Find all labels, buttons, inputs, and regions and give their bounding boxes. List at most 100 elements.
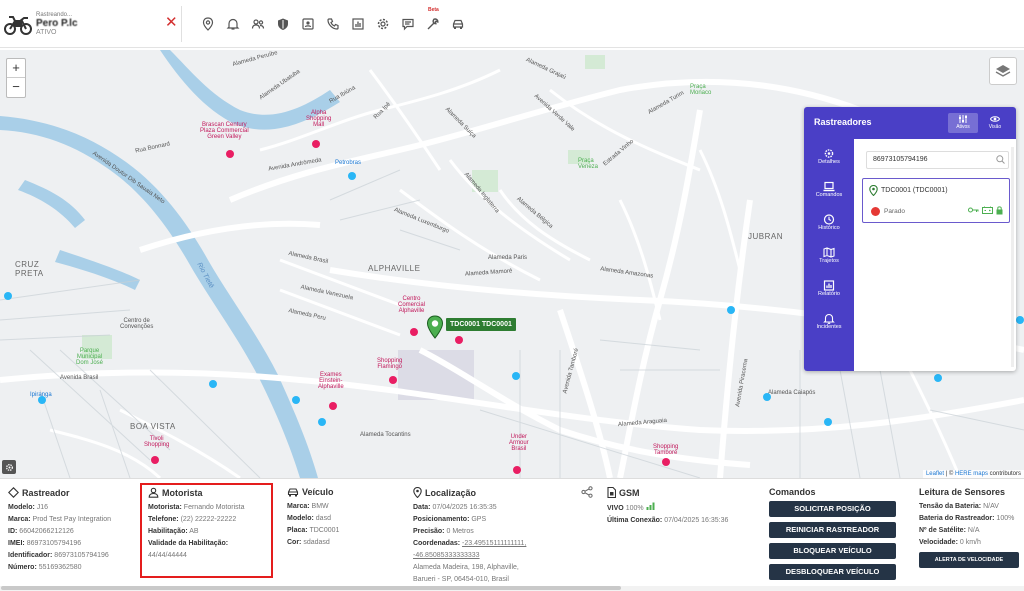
here-link[interactable]: HERE maps	[955, 471, 988, 477]
bell-icon[interactable]	[220, 14, 245, 34]
sidebar-item-detalhes[interactable]: Detalhes	[804, 139, 854, 172]
coordinates-link[interactable]: -46.85085333333333	[413, 552, 480, 559]
tab-visao[interactable]: Visão	[980, 113, 1010, 133]
shield-icon[interactable]	[270, 14, 295, 34]
info-value: BMW	[311, 503, 329, 510]
tracker-card-title: TDC0001 (TDC0001)	[881, 187, 948, 194]
map-settings-button[interactable]	[2, 460, 16, 474]
info-row: ID: 66042066212126	[8, 526, 111, 538]
bell-icon	[823, 313, 835, 324]
info-row: 44/44/44444	[148, 550, 245, 562]
fuel-pin	[512, 372, 520, 380]
panel-scrollbar[interactable]	[1011, 147, 1014, 367]
users-icon[interactable]	[245, 14, 270, 34]
block-vehicle-button[interactable]: BLOQUEAR VEÍCULO	[769, 543, 896, 559]
section-title-text: GSM	[619, 487, 640, 498]
fuel-pin	[763, 393, 771, 401]
poi-pin	[513, 466, 521, 474]
horizontal-scrollbar[interactable]	[0, 586, 1024, 591]
poi-pin	[312, 140, 320, 148]
sidebar-item-comandos[interactable]: Comandos	[804, 172, 854, 205]
tab-visao-label: Visão	[988, 124, 1002, 130]
address-value: Alameda Madeira, 198, Alphaville,	[413, 564, 519, 571]
sidebar-item-incidentes[interactable]: Incidentes	[804, 304, 854, 337]
fuel-pin	[727, 306, 735, 314]
info-value: 86973105794196	[54, 552, 109, 559]
restart-tracker-button[interactable]: REINICIAR RASTREADOR	[769, 522, 896, 538]
car-icon[interactable]	[445, 14, 470, 34]
info-value: Prod Test Pay Integration	[32, 516, 112, 523]
phone-icon[interactable]	[320, 14, 345, 34]
info-key: Data:	[413, 504, 431, 511]
close-icon[interactable]: ✕	[165, 15, 178, 30]
sidebar-label: Histórico	[818, 225, 840, 231]
address-line: Alameda Madeira, 198, Alphaville,	[413, 562, 526, 574]
map-pin-icon	[869, 185, 878, 196]
attribution-rest: contributors	[987, 471, 1021, 477]
sidebar-item-trajetos[interactable]: Trajetos	[804, 238, 854, 271]
request-position-button[interactable]: SOLICITAR POSIÇÃO	[769, 501, 896, 517]
tracker-selector[interactable]: Rastreando... Pero P.lc ATIVO	[4, 4, 180, 44]
wrench-icon[interactable]: Beta	[420, 7, 445, 34]
sidebar-label: Trajetos	[819, 258, 839, 264]
info-row: Modelo: dasd	[287, 513, 339, 525]
unblock-vehicle-button[interactable]: DESBLOQUEAR VEÍCULO	[769, 564, 896, 580]
id-card-icon[interactable]	[295, 14, 320, 34]
zoom-control: + −	[6, 58, 26, 98]
sidebar-item-relatorio[interactable]: Relatório	[804, 271, 854, 304]
chart-icon	[823, 280, 835, 291]
coordinates-link[interactable]: -23.49515111111111,	[462, 540, 526, 547]
chart-icon[interactable]	[345, 14, 370, 34]
tracker-card-status: Parado	[871, 207, 905, 216]
lock-icon	[996, 206, 1003, 215]
tab-ativos-label: Ativos	[956, 124, 970, 130]
info-row: Velocidade: 0 km/h	[919, 537, 1019, 549]
section-sensores: Leitura de Sensores Tensão da Bateria: N…	[919, 487, 1019, 568]
info-value: 0 km/h	[959, 539, 981, 546]
message-icon[interactable]	[395, 14, 420, 34]
info-row: Data: 07/04/2025 16:35:35	[413, 502, 526, 514]
poi-pin	[226, 150, 234, 158]
layers-icon	[995, 65, 1011, 77]
sliders-icon	[959, 115, 967, 123]
tracker-search-input[interactable]: 86973105794196	[866, 151, 1009, 169]
sim-card-icon	[607, 487, 616, 498]
poi-pin	[389, 376, 397, 384]
info-row: Placa: TDC0001	[287, 525, 339, 537]
vehicle-label[interactable]: TDC0001 TDC0001	[446, 318, 516, 331]
info-key: Precisão:	[413, 528, 445, 535]
section-gsm: GSM VIVO 100% Última Conexão: 07/04/2025…	[607, 487, 728, 527]
top-bar: Rastreando... Pero P.lc ATIVO ✕ Beta	[0, 0, 1024, 48]
info-value: (22) 22222-22222	[180, 516, 237, 523]
fuel-pin	[824, 418, 832, 426]
key-icon	[968, 207, 979, 213]
attribution-separator: | ©	[943, 471, 955, 477]
info-row: Modelo: J16	[8, 502, 111, 514]
sidebar-item-historico[interactable]: Histórico	[804, 205, 854, 238]
gear-icon[interactable]	[370, 14, 395, 34]
share-icon[interactable]	[581, 486, 593, 498]
vehicle-marker-icon[interactable]	[426, 315, 444, 339]
search-icon[interactable]	[996, 155, 1005, 164]
layers-button[interactable]	[989, 57, 1017, 85]
address-value: Barueri - SP, 06454-010, Brasil	[413, 576, 509, 583]
map-pin-icon[interactable]	[195, 14, 220, 34]
info-row: Tensão da Bateria: N/AV	[919, 501, 1019, 513]
info-row: Identificador: 86973105794196	[8, 550, 111, 562]
info-key: Marca:	[287, 503, 310, 510]
map-view[interactable]: ALPHAVILLE JUBRAN CRUZ PRETA BOA VISTA R…	[0, 50, 1024, 478]
poi-pin	[329, 402, 337, 410]
section-title: Motorista	[148, 487, 245, 498]
scrollbar-thumb[interactable]	[1, 586, 621, 590]
zoom-in-button[interactable]: +	[7, 59, 25, 78]
tracker-card[interactable]: TDC0001 (TDC0001) Parado	[862, 178, 1010, 223]
tab-ativos[interactable]: Ativos	[948, 113, 978, 133]
section-rastreador: Rastreador Modelo: J16 Marca: Prod Test …	[8, 487, 111, 574]
speed-alert-button[interactable]: ALERTA DE VELOCIDADE	[919, 552, 1019, 568]
leaflet-link[interactable]: Leaflet	[926, 471, 944, 477]
info-key: Última Conexão:	[607, 517, 663, 524]
zoom-out-button[interactable]: −	[7, 78, 25, 97]
info-row: Nº de Satélite: N/A	[919, 525, 1019, 537]
poi-pin	[455, 336, 463, 344]
section-title-text: Comandos	[769, 487, 816, 497]
